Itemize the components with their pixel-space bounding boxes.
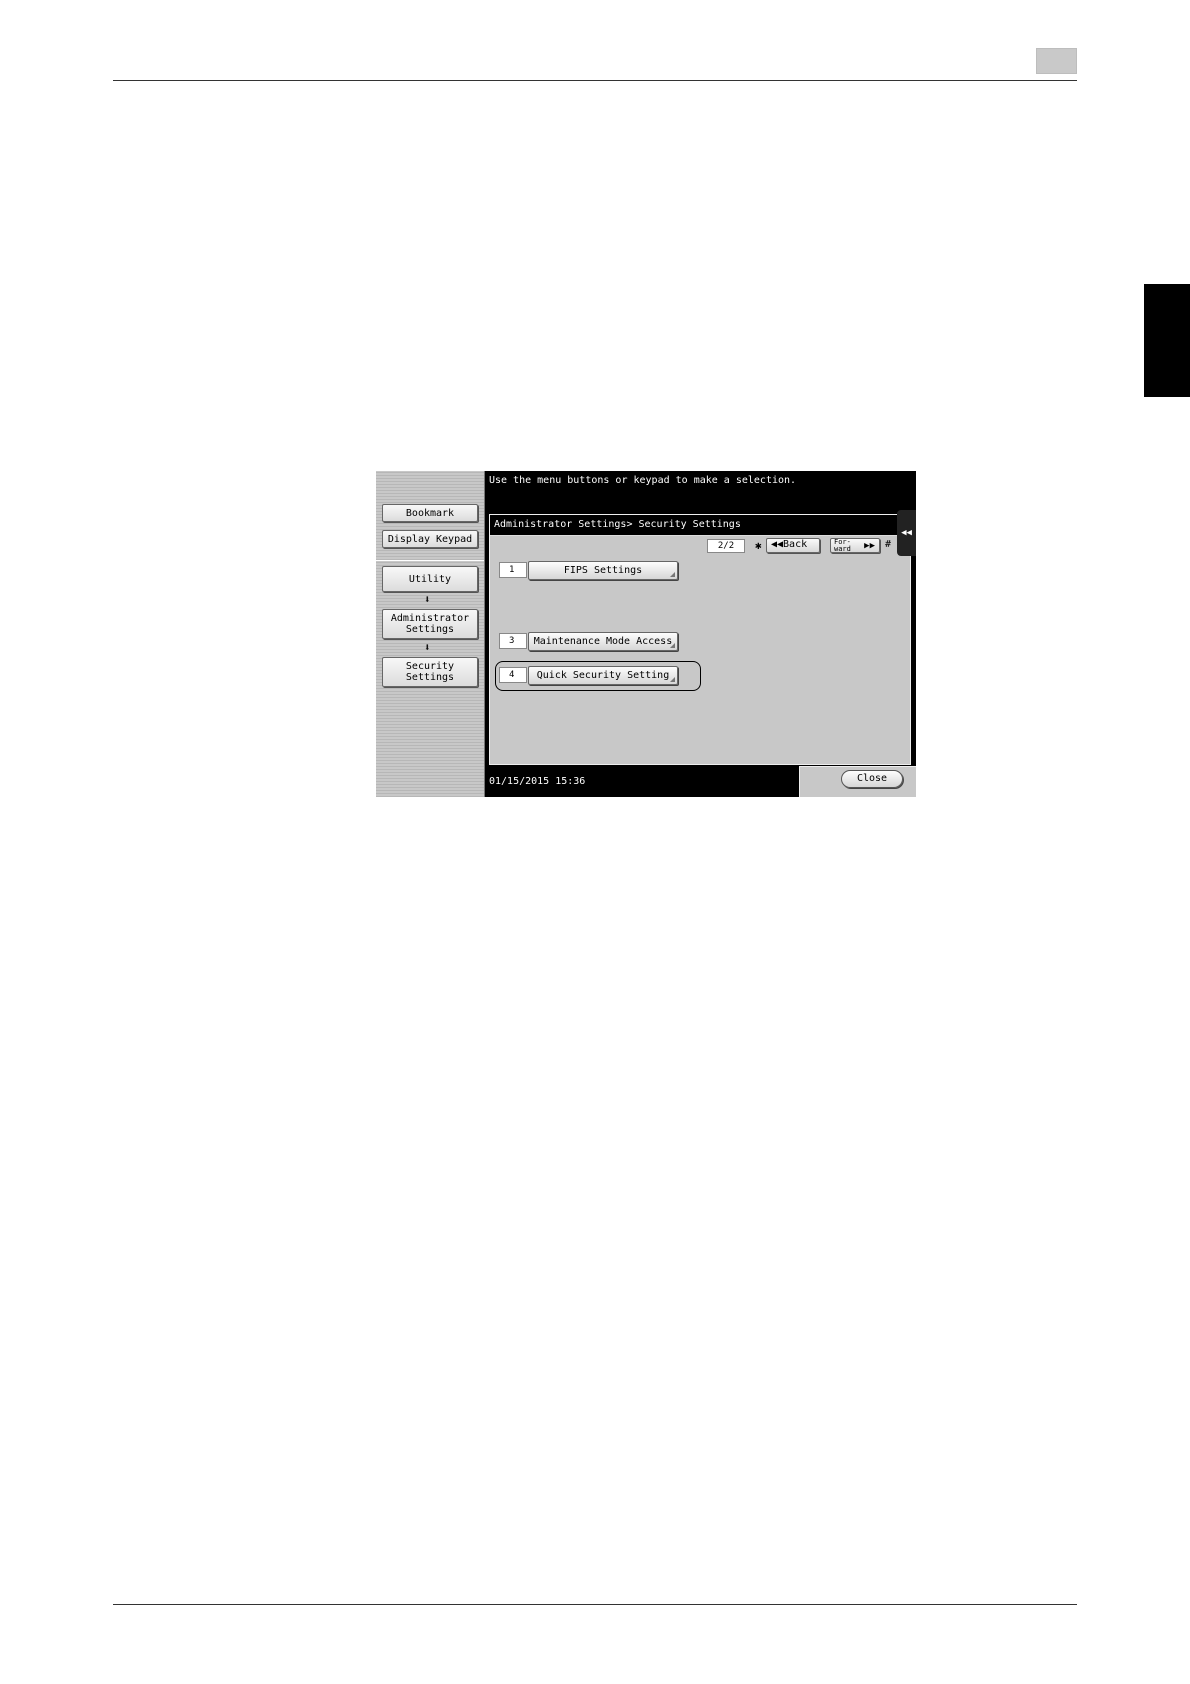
menu-item-number: 3 xyxy=(499,633,527,649)
double-right-arrow-icon: ▶▶ xyxy=(864,541,875,551)
instruction-prompt: Use the menu buttons or keypad to make a… xyxy=(489,475,797,486)
left-navigation-pane: Bookmark Display Keypad Utility ⬇ Admini… xyxy=(376,471,485,797)
menu-item-number: 4 xyxy=(499,667,527,683)
back-button[interactable]: ◀◀Back xyxy=(766,538,820,553)
footer-rule xyxy=(113,1604,1077,1605)
forward-button[interactable]: For-ward ▶▶ xyxy=(830,538,880,553)
quick-security-setting-button[interactable]: Quick Security Setting xyxy=(528,666,678,685)
settings-content-area: Administrator Settings> Security Setting… xyxy=(489,514,911,765)
display-keypad-button[interactable]: Display Keypad xyxy=(382,530,478,548)
down-arrow-icon: ⬇ xyxy=(424,593,431,606)
down-arrow-icon: ⬇ xyxy=(424,641,431,654)
star-key-icon: ✱ xyxy=(755,539,762,552)
pane-divider xyxy=(376,560,484,561)
chapter-side-tab xyxy=(1144,284,1190,397)
header-rule xyxy=(113,80,1077,81)
close-button[interactable]: Close xyxy=(841,770,903,788)
administrator-settings-button[interactable]: Administrator Settings xyxy=(382,609,478,639)
fips-settings-button[interactable]: FIPS Settings xyxy=(528,561,678,580)
hash-key-icon: # xyxy=(885,539,892,550)
maintenance-mode-access-button[interactable]: Maintenance Mode Access xyxy=(528,632,678,651)
bookmark-button[interactable]: Bookmark xyxy=(382,504,478,522)
breadcrumb: Administrator Settings> Security Setting… xyxy=(490,515,910,536)
utility-button[interactable]: Utility xyxy=(382,566,478,592)
security-settings-button[interactable]: Security Settings xyxy=(382,657,478,687)
menu-item-number: 1 xyxy=(499,562,527,578)
collapse-panel-icon[interactable]: ◀◀ xyxy=(897,510,916,556)
date-time-readout: 01/15/2015 15:36 xyxy=(489,776,586,787)
chapter-number-box xyxy=(1036,48,1077,74)
control-panel-screenshot: Bookmark Display Keypad Utility ⬇ Admini… xyxy=(376,471,916,797)
page-indicator: 2/2 xyxy=(707,539,745,553)
